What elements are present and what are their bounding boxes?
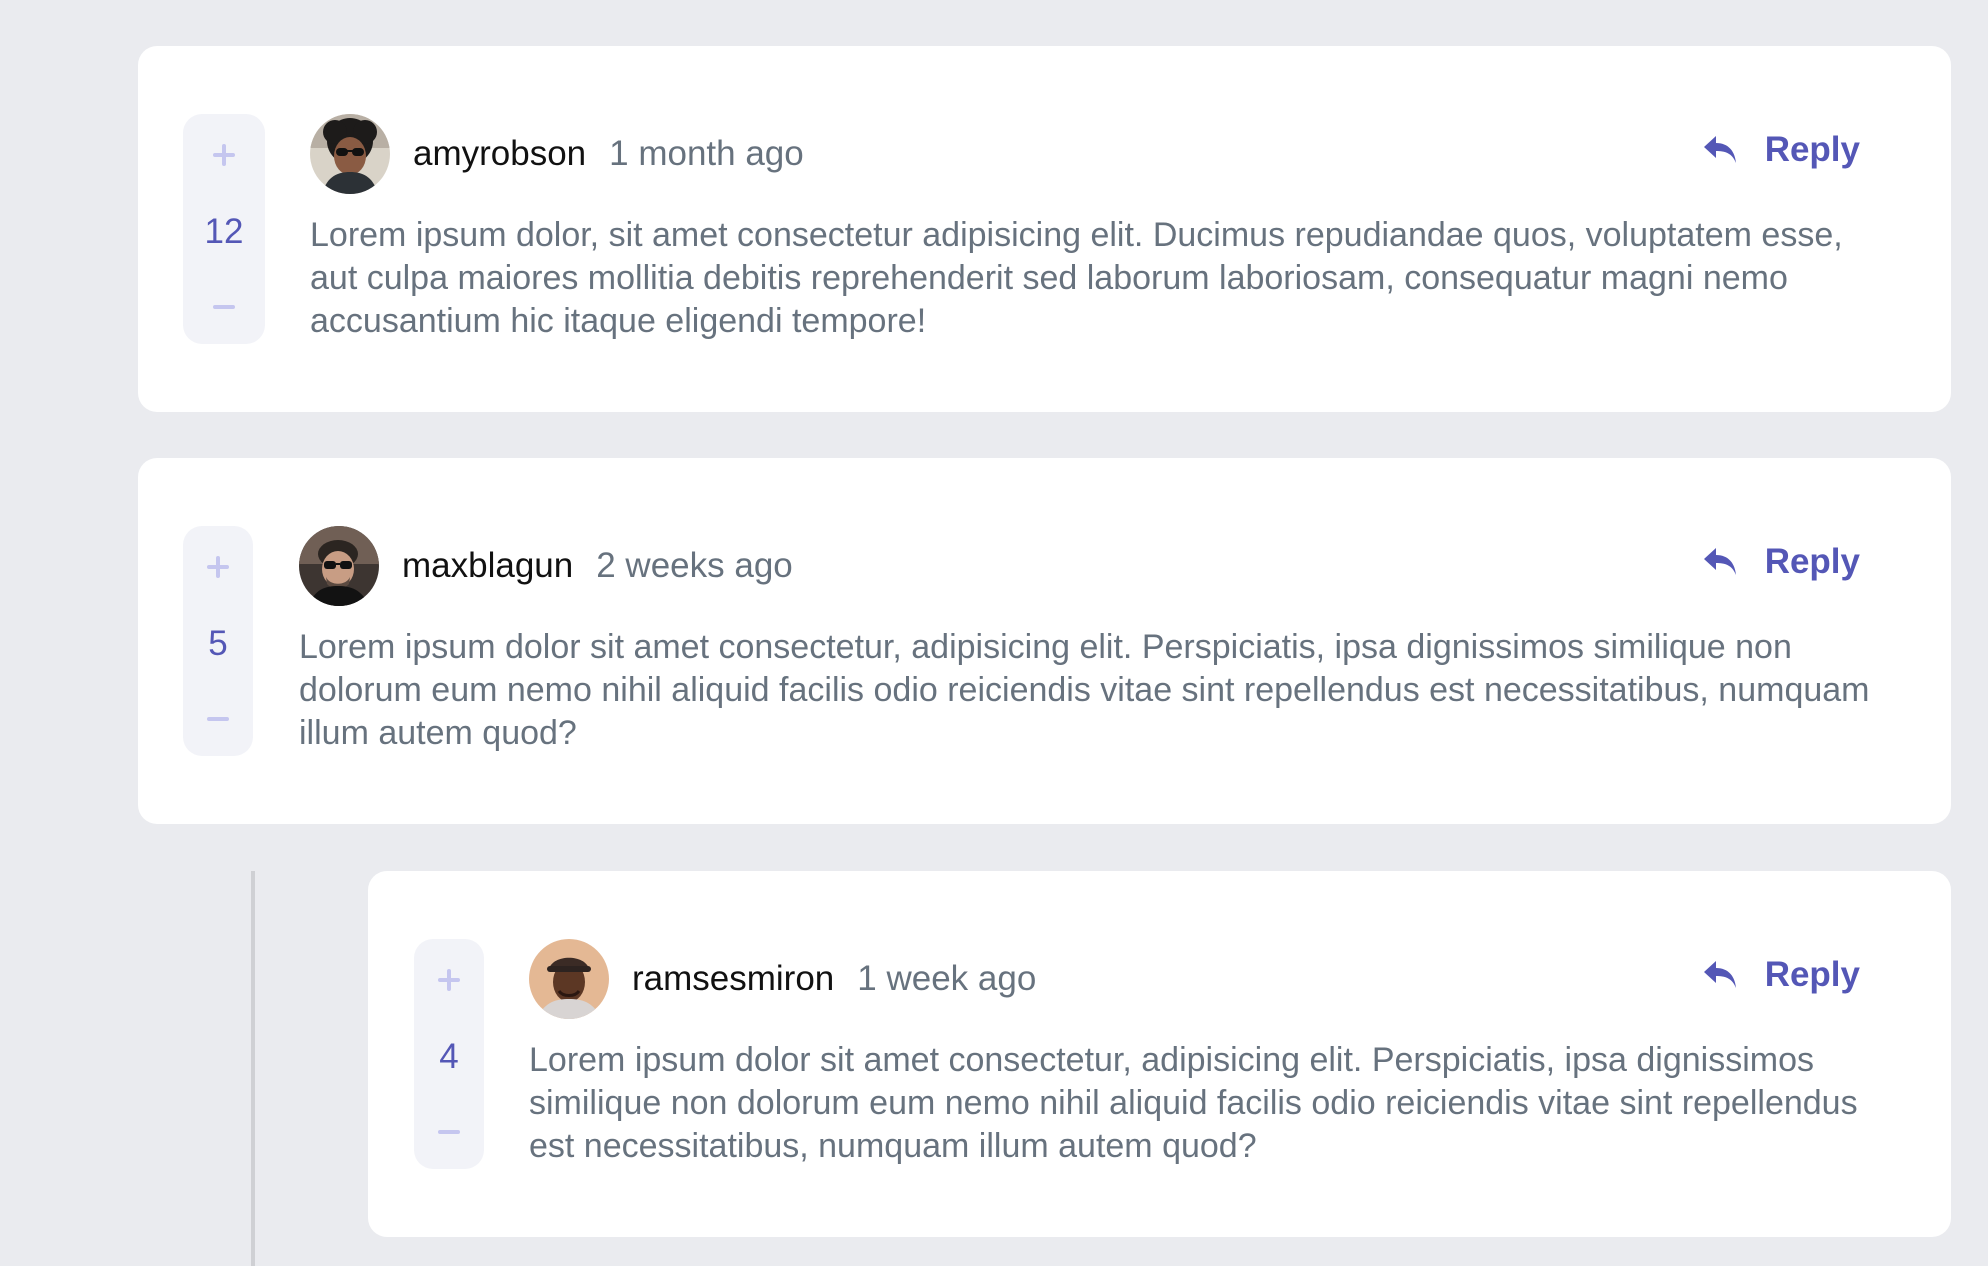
vote-score: 12 bbox=[204, 211, 244, 251]
timestamp: 2 weeks ago bbox=[596, 546, 793, 585]
minus-icon[interactable] bbox=[209, 292, 239, 322]
username[interactable]: ramsesmiron bbox=[632, 959, 834, 999]
username[interactable]: maxblagun bbox=[402, 546, 573, 586]
vote-score: 4 bbox=[439, 1036, 459, 1076]
reply-button[interactable]: Reply bbox=[1702, 130, 1860, 170]
reply-card: 4 ramsesmiron 1 week ago Reply Lorem ips… bbox=[368, 871, 1951, 1237]
reply-arrow-icon bbox=[1703, 961, 1736, 988]
vote-control: 5 bbox=[183, 526, 253, 756]
vote-score: 5 bbox=[208, 623, 228, 663]
reply-label: Reply bbox=[1764, 955, 1860, 994]
minus-icon[interactable] bbox=[434, 1117, 464, 1147]
avatar bbox=[310, 114, 390, 194]
comment-text: Lorem ipsum dolor, sit amet consectetur … bbox=[310, 216, 1843, 340]
avatar bbox=[529, 939, 609, 1019]
plus-icon[interactable] bbox=[434, 965, 464, 995]
comment-header: maxblagun 2 weeks ago bbox=[299, 526, 793, 606]
timestamp: 1 month ago bbox=[609, 134, 804, 173]
reply-label: Reply bbox=[1764, 130, 1860, 169]
timestamp: 1 week ago bbox=[857, 959, 1037, 998]
reply-thread-line bbox=[251, 871, 255, 1266]
comment-text: Lorem ipsum dolor sit amet consectetur, … bbox=[529, 1041, 1858, 1165]
reply-arrow-icon bbox=[1703, 136, 1736, 163]
vote-control: 4 bbox=[414, 939, 484, 1169]
comment-header: ramsesmiron 1 week ago bbox=[529, 939, 1036, 1019]
reply-button[interactable]: Reply bbox=[1702, 955, 1860, 995]
vote-control: 12 bbox=[183, 114, 265, 344]
plus-icon[interactable] bbox=[203, 552, 233, 582]
plus-icon[interactable] bbox=[209, 140, 239, 170]
reply-button[interactable]: Reply bbox=[1702, 542, 1860, 582]
avatar bbox=[299, 526, 379, 606]
username[interactable]: amyrobson bbox=[413, 134, 586, 174]
comment-header: amyrobson 1 month ago bbox=[310, 114, 804, 194]
reply-arrow-icon bbox=[1703, 548, 1736, 575]
reply-label: Reply bbox=[1764, 542, 1860, 581]
comment-text: Lorem ipsum dolor sit amet consectetur, … bbox=[299, 628, 1870, 752]
comment-card: 5 maxblagun 2 weeks ago Reply Lorem ipsu… bbox=[138, 458, 1951, 824]
minus-icon[interactable] bbox=[203, 704, 233, 734]
comment-card: 12 amyrobson 1 month ago Reply Lorem ips… bbox=[138, 46, 1951, 412]
